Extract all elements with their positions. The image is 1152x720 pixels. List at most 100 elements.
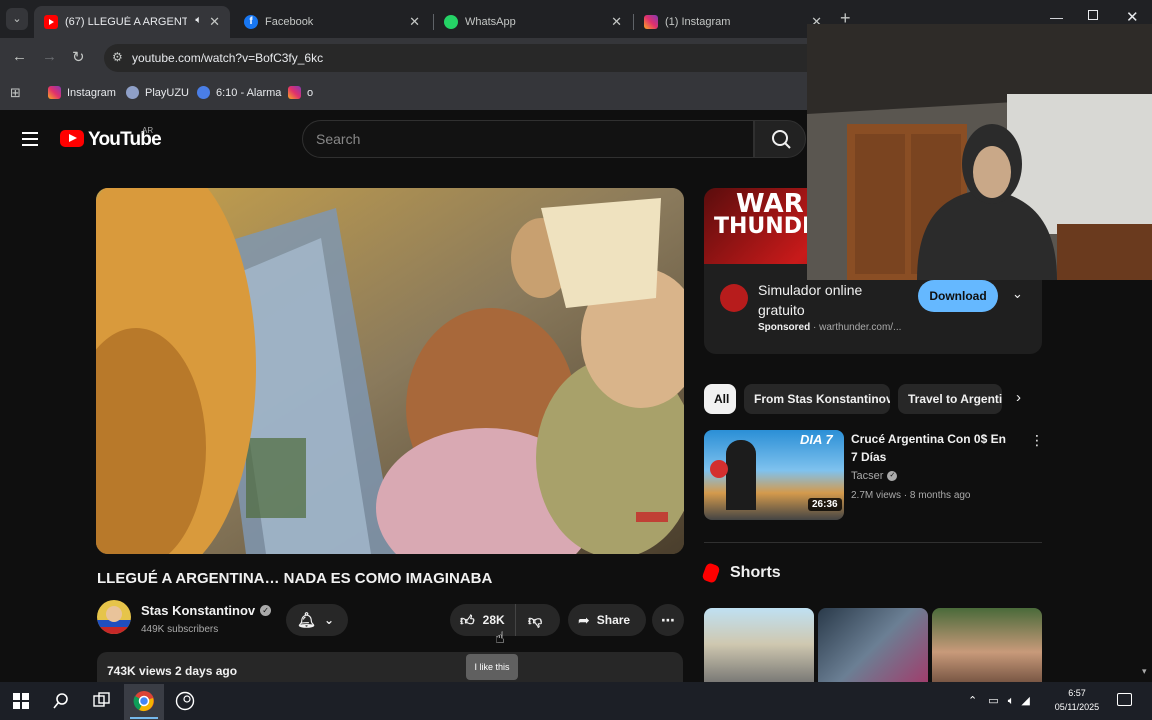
recommended-channel[interactable]: Tacser ✓ <box>851 470 898 482</box>
shorts-logo-icon <box>701 562 721 584</box>
taskbar-clock[interactable]: 6:57 05/11/2025 <box>1050 686 1104 714</box>
recommended-meta: 2.7M views · 8 months ago <box>851 490 971 501</box>
restore-icon[interactable] <box>1088 10 1098 20</box>
chip-all[interactable]: All <box>704 384 736 414</box>
channel-avatar[interactable] <box>97 600 131 634</box>
like-dislike-group: 👍︎ 28K 👎︎ <box>450 604 560 636</box>
bookmark-label: PlayUZU <box>145 86 190 99</box>
video-player[interactable] <box>96 188 684 554</box>
search-button[interactable] <box>754 120 806 158</box>
search-icon <box>772 130 791 149</box>
verified-icon: ✓ <box>887 471 898 481</box>
youtube-logo-icon[interactable] <box>60 130 84 147</box>
tab-search-button[interactable]: ⌄ <box>6 8 28 30</box>
short-thumbnail[interactable] <box>932 608 1042 682</box>
forward-arrow-icon[interactable]: → <box>42 48 57 65</box>
network-icon[interactable]: ▭ <box>988 695 998 707</box>
tab-youtube[interactable]: (67) LLEGUÉ A ARGENTINA 🔈︎ ✕ <box>34 6 230 38</box>
apps-grid-icon[interactable]: ⊞ <box>10 85 21 101</box>
windows-start-icon[interactable] <box>11 691 31 711</box>
notifications-button[interactable]: 🔔︎ ⌄ <box>286 604 348 636</box>
tab-instagram[interactable]: (1) Instagram ✕ <box>634 6 832 38</box>
channel-name-text[interactable]: Stas Konstantinov <box>141 603 255 618</box>
advertiser-logo-icon <box>720 284 748 312</box>
url-text[interactable]: youtube.com/watch?v=BofC3fy_6kc <box>132 51 323 65</box>
bookmark-o[interactable]: o <box>288 86 313 99</box>
chevron-down-icon[interactable]: ⌄ <box>1012 286 1023 302</box>
description-box[interactable]: 743K views 2 days ago <box>97 652 683 682</box>
share-label: Share <box>596 613 631 627</box>
chrome-icon <box>133 691 154 712</box>
tab-title: Facebook <box>265 16 314 28</box>
like-tooltip: I like this <box>466 654 518 680</box>
shorts-heading: Shorts <box>730 564 781 581</box>
tab-facebook[interactable]: f Facebook ✕ <box>234 6 430 38</box>
chip-from-channel[interactable]: From Stas Konstantinov <box>744 384 890 414</box>
speaker-icon[interactable]: 🔈︎ <box>195 14 202 27</box>
task-view-icon[interactable] <box>91 691 111 711</box>
divider <box>704 542 1042 543</box>
scrollbar-down-arrow-icon[interactable]: ▾ <box>1142 666 1147 677</box>
bookmark-playuzu[interactable]: PlayUZU <box>126 86 189 99</box>
bookmark-label: 6:10 - Alarma <box>216 86 282 99</box>
video-frame <box>96 188 684 554</box>
tab-title: (67) LLEGUÉ A ARGENTINA <box>65 16 187 28</box>
chevron-right-icon[interactable]: › <box>1016 389 1021 406</box>
like-button[interactable]: 👍︎ 28K <box>450 604 516 636</box>
bookmark-label: o <box>307 86 314 99</box>
facebook-icon: f <box>244 15 258 29</box>
short-thumbnail[interactable] <box>818 608 928 682</box>
tab-whatsapp[interactable]: WhatsApp ✕ <box>434 6 632 38</box>
search-input[interactable] <box>316 129 736 149</box>
site-info-icon[interactable]: ⚙︎ <box>112 50 123 64</box>
download-button[interactable]: Download <box>918 280 998 312</box>
whatsapp-icon <box>444 15 458 29</box>
recommended-thumbnail[interactable]: DIA 7 26:36 <box>704 430 844 520</box>
address-bar[interactable]: ⚙︎ youtube.com/watch?v=BofC3fy_6kc <box>104 44 824 72</box>
tab-title: WhatsApp <box>465 16 516 28</box>
chevron-up-icon[interactable]: ⌃ <box>968 695 977 707</box>
instagram-icon <box>48 86 61 99</box>
thumbnail-bag <box>710 460 728 478</box>
bookmark-instagram[interactable]: Instagram <box>48 86 116 99</box>
webcam-feed <box>807 24 1152 280</box>
recommended-title[interactable]: Crucé Argentina Con 0$ En 7 Días <box>851 430 1011 466</box>
close-tab-icon[interactable]: ✕ <box>611 14 622 30</box>
close-tab-icon[interactable]: ✕ <box>209 14 220 30</box>
youtube-icon <box>44 15 58 29</box>
bookmark-label: Instagram <box>67 86 116 99</box>
like-count: 28K <box>482 613 505 627</box>
reload-icon[interactable]: ↻ <box>72 48 85 66</box>
video-title: LLEGUÉ A ARGENTINA… NADA ES COMO IMAGINA… <box>97 570 493 587</box>
avatar-image <box>97 600 131 634</box>
notification-center-icon[interactable] <box>1117 693 1132 706</box>
thumbs-down-icon[interactable]: 👎︎ <box>528 612 542 629</box>
more-vertical-icon[interactable]: ⋮ <box>1030 432 1044 449</box>
share-button[interactable]: ➦ Share <box>568 604 646 636</box>
mouse-cursor-icon: ☝︎ <box>495 630 505 647</box>
short-thumbnail[interactable] <box>704 608 814 682</box>
ad-title: Simulador online gratuito <box>758 282 863 318</box>
playuzu-icon <box>126 86 139 99</box>
more-actions-button[interactable]: ⋯ <box>652 604 684 636</box>
close-tab-icon[interactable]: ✕ <box>409 14 420 30</box>
steam-icon[interactable] <box>175 691 195 711</box>
verified-icon: ✓ <box>260 605 272 616</box>
channel-name[interactable]: Stas Konstantinov ✓ <box>141 603 272 618</box>
wifi-icon[interactable]: ◢ <box>1021 695 1029 707</box>
volume-icon[interactable]: 🔈︎ <box>1008 695 1015 707</box>
minimize-icon[interactable]: — <box>1050 10 1063 25</box>
filter-chips: All From Stas Konstantinov Travel to Arg… <box>704 384 1042 414</box>
more-horizontal-icon: ⋯ <box>661 611 675 628</box>
menu-icon[interactable] <box>22 132 38 146</box>
recommended-video[interactable]: DIA 7 26:36 Crucé Argentina Con 0$ En 7 … <box>704 430 1044 522</box>
webcam-overlay <box>807 24 1152 280</box>
search-icon[interactable] <box>51 691 71 711</box>
chrome-taskbar-button[interactable] <box>124 684 164 720</box>
chip-travel[interactable]: Travel to Argenti <box>898 384 1002 414</box>
thumbs-up-icon: 👍︎ <box>460 611 475 628</box>
back-arrow-icon[interactable]: ← <box>12 48 27 65</box>
alarm-icon <box>197 86 210 99</box>
bookmark-alarm[interactable]: 6:10 - Alarma <box>197 86 281 99</box>
clock-date: 05/11/2025 <box>1054 702 1100 712</box>
